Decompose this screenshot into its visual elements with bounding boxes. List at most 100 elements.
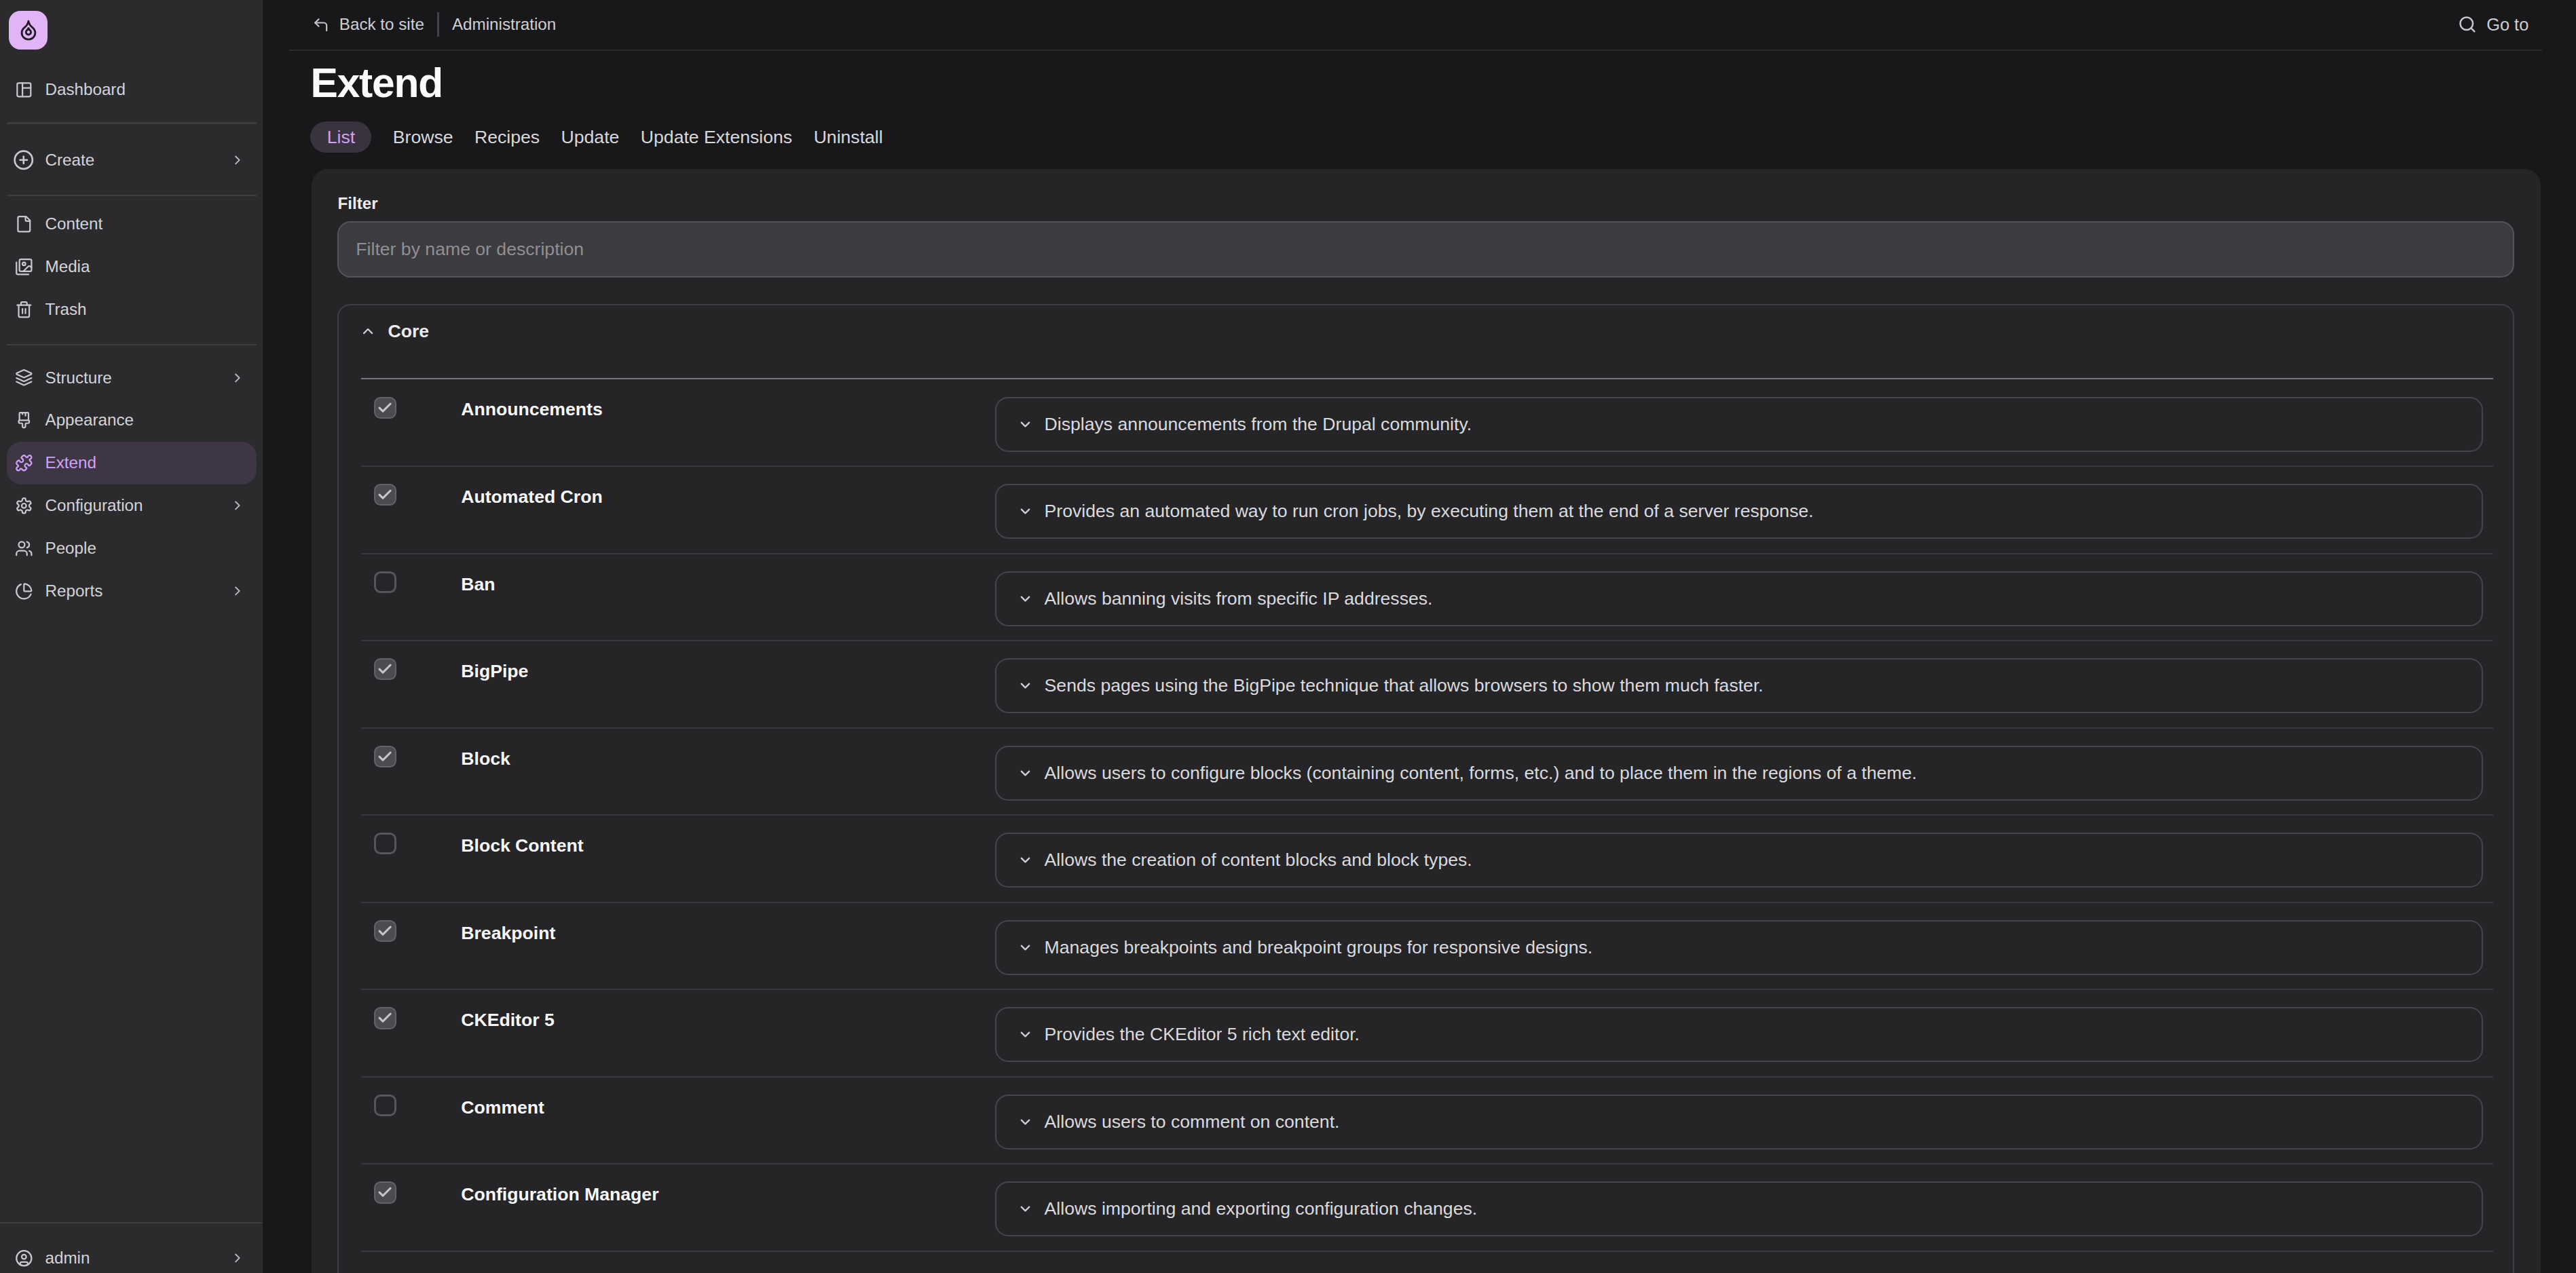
module-name: Block [461,748,510,770]
tab-browse[interactable]: Browse [393,121,453,153]
module-name: Automated Cron [461,487,602,508]
create-icon [13,149,34,170]
tab-update-extensions[interactable]: Update Extensions [641,121,792,153]
module-name: BigPipe [461,661,528,682]
sidebar-item-label: Media [45,257,90,276]
sidebar-item-trash[interactable]: Trash [7,288,257,331]
module-description-toggle[interactable]: Provides the CKEditor 5 rich text editor… [995,1007,2483,1062]
breadcrumb-separator [437,12,438,37]
module-description-toggle[interactable]: Provides an automated way to run cron jo… [995,484,2483,539]
module-description: Allows the creation of content blocks an… [1045,850,1472,871]
module-row: CommentAllows users to comment on conten… [361,1078,2494,1165]
module-checkbox[interactable] [374,1181,396,1203]
back-arrow-icon [312,16,329,33]
module-row: BanAllows banning visits from specific I… [361,554,2494,642]
sidebar-item-reports[interactable]: Reports [7,570,257,613]
chevron-down-icon [1018,678,1033,694]
sidebar-item-label: Content [45,214,103,233]
sidebar-item-label: Reports [45,582,103,601]
appearance-icon [15,411,33,430]
drupal-extend-page: Dashboard Create Content Media Trash Structur… [0,0,2576,1273]
drupal-logo-icon [17,18,40,41]
module-description: Manages breakpoints and breakpoint group… [1045,937,1593,958]
module-description-toggle[interactable]: Allows banning visits from specific IP a… [995,571,2483,626]
module-description-toggle[interactable]: Sends pages using the BigPipe technique … [995,658,2483,713]
module-checkbox[interactable] [374,571,396,593]
user-icon [15,1249,33,1268]
goto-button[interactable]: Go to [2458,0,2528,50]
back-to-site-link[interactable]: Back to site [339,15,424,34]
modules-panel: Filter Core AnnouncementsDisplays announ… [312,169,2541,1273]
module-checkbox[interactable] [374,746,396,767]
module-description: Displays announcements from the Drupal c… [1045,414,1472,435]
goto-label: Go to [2486,15,2528,35]
configuration-icon [15,497,33,515]
chevron-down-icon [1018,1027,1033,1042]
sidebar-item-structure[interactable]: Structure [7,356,257,399]
module-name: CKEditor 5 [461,1010,555,1031]
module-description-toggle[interactable]: Allows users to comment on content. [995,1095,2483,1150]
sidebar-item-content[interactable]: Content [7,203,257,246]
chevron-right-icon [230,1251,245,1266]
sidebar-item-label: Appearance [45,411,134,430]
module-description-toggle[interactable]: Allows the creation of content blocks an… [995,833,2483,888]
tab-recipes[interactable]: Recipes [474,121,540,153]
module-name: Block Content [461,835,583,856]
extend-icon [15,454,33,472]
module-row: Block Content Allows the creation of cont… [361,816,2494,903]
module-checkbox[interactable] [374,1007,396,1029]
sidebar-nav: Dashboard Create Content Media Trash Structur… [0,50,263,613]
core-section: Core AnnouncementsDisplays announcements… [337,304,2514,1273]
module-checkbox[interactable] [374,658,396,680]
sidebar-item-media[interactable]: Media [7,246,257,288]
sidebar-item-appearance[interactable]: Appearance [7,399,257,442]
sidebar-item-people[interactable]: People [7,527,257,570]
sidebar-footer-divider [0,1222,263,1223]
sidebar-item-dashboard[interactable]: Dashboard [7,69,257,111]
sidebar-item-label: Extend [45,453,96,472]
chevron-right-icon [230,153,245,168]
sidebar-item-label: People [45,539,96,558]
sidebar-item-admin[interactable]: admin [7,1237,257,1273]
tabs: List Browse Recipes Update Update Extensions… [310,121,882,153]
module-description: Provides an automated way to run cron jo… [1045,501,1814,522]
sidebar-item-extend[interactable]: Extend [7,442,257,484]
module-description-toggle[interactable]: Displays announcements from the Drupal c… [995,397,2483,452]
chevron-right-icon [230,370,245,385]
module-checkbox[interactable] [374,833,396,854]
module-rows: AnnouncementsDisplays announcements from… [361,379,2494,1251]
module-checkbox[interactable] [374,1095,396,1116]
dashboard-icon [15,81,33,99]
core-section-toggle[interactable]: Core [360,321,429,342]
module-row: BigPipe Sends pages using the BigPipe tec… [361,641,2494,729]
search-icon [2458,15,2477,34]
drupal-logo[interactable] [9,11,48,50]
people-icon [15,539,33,558]
tab-update[interactable]: Update [561,121,620,153]
page-title: Extend [310,58,442,109]
sidebar-item-configuration[interactable]: Configuration [7,484,257,527]
administration-link[interactable]: Administration [452,15,556,34]
module-description: Allows users to configure blocks (contai… [1045,763,1917,784]
sidebar-user-label: admin [45,1249,90,1268]
module-checkbox[interactable] [374,920,396,942]
sidebar-footer: admin [0,1222,263,1273]
module-checkbox[interactable] [374,397,396,419]
filter-label: Filter [337,194,377,213]
module-row: Automated Cron Provides an automated way … [361,467,2494,554]
module-description-toggle[interactable]: Allows importing and exporting configura… [995,1181,2483,1236]
sidebar-item-create[interactable]: Create [7,140,257,181]
chevron-right-icon [230,584,245,598]
chevron-down-icon [1018,852,1033,868]
tab-uninstall[interactable]: Uninstall [814,121,883,153]
module-row: CKEditor 5 Provides the CKEditor 5 rich t… [361,990,2494,1078]
chevron-right-icon [230,498,245,513]
module-name: Breakpoint [461,923,555,944]
module-description-toggle[interactable]: Manages breakpoints and breakpoint group… [995,920,2483,975]
topbar-divider [289,50,2542,51]
sidebar-item-label: Dashboard [45,80,126,99]
tab-list[interactable]: List [310,121,371,153]
filter-input[interactable] [337,221,2514,278]
module-description-toggle[interactable]: Allows users to configure blocks (contai… [995,746,2483,801]
module-checkbox[interactable] [374,484,396,506]
